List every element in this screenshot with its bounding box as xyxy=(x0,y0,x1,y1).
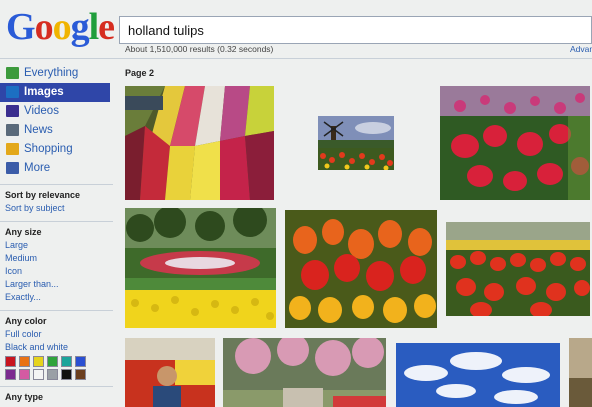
size-option[interactable]: Icon xyxy=(0,265,113,278)
divider xyxy=(0,220,113,222)
image-result-man-with-tulips[interactable] xyxy=(125,338,215,407)
image-result-tulip-fields-aerial[interactable] xyxy=(125,86,274,200)
shopping-tag-icon xyxy=(6,143,19,155)
sort-by-relevance: Sort by relevance xyxy=(5,189,81,200)
left-sidebar: Everything Images Videos News Shopping More S… xyxy=(0,64,113,404)
color-swatch[interactable] xyxy=(33,368,44,380)
image-result-partial[interactable] xyxy=(569,338,592,407)
image-result-cherry-blossom-path[interactable] xyxy=(223,338,386,407)
color-swatch[interactable] xyxy=(47,368,58,380)
logo-letter: G xyxy=(6,6,36,48)
sidebar-item-shopping[interactable]: Shopping xyxy=(0,140,113,159)
images-icon xyxy=(6,86,19,98)
sidebar-item-label: Everything xyxy=(24,67,79,79)
color-swatch[interactable] xyxy=(75,355,86,367)
color-swatch[interactable] xyxy=(61,355,72,367)
image-result-red-tulip-field[interactable] xyxy=(446,222,590,316)
logo-letter: g xyxy=(70,6,90,48)
color-option[interactable]: Full color xyxy=(0,328,113,341)
color-swatch[interactable] xyxy=(61,368,72,380)
advanced-search-link[interactable]: Advan xyxy=(570,44,592,54)
any-size-title: Any size xyxy=(5,226,42,237)
sidebar-item-news[interactable]: News xyxy=(0,121,113,140)
sidebar-item-label: Images xyxy=(24,86,64,98)
sidebar-item-label: More xyxy=(24,162,51,174)
logo-letter: o xyxy=(34,6,54,48)
color-option[interactable]: Black and white xyxy=(0,341,113,354)
sidebar-item-videos[interactable]: Videos xyxy=(0,102,113,121)
size-option[interactable]: Larger than... xyxy=(0,278,113,291)
logo-letter: l xyxy=(88,6,100,48)
color-swatch[interactable] xyxy=(33,355,44,367)
color-swatch[interactable] xyxy=(5,368,16,380)
sidebar-item-more[interactable]: More xyxy=(0,159,113,178)
videos-icon xyxy=(6,105,19,117)
more-chevron-icon xyxy=(6,162,19,174)
image-result-orange-red-tulips[interactable] xyxy=(285,210,437,328)
divider xyxy=(0,309,113,311)
color-swatch[interactable] xyxy=(19,368,30,380)
color-swatches xyxy=(0,355,113,380)
any-type-title: Any type xyxy=(5,391,44,402)
image-result-keukenhof-garden[interactable] xyxy=(125,208,276,328)
any-color-title: Any color xyxy=(5,315,47,326)
sidebar-item-label: Videos xyxy=(24,105,59,117)
sidebar-item-label: Shopping xyxy=(24,143,73,155)
size-option[interactable]: Medium xyxy=(0,252,113,265)
size-option[interactable]: Exactly... xyxy=(0,291,113,304)
page-label: Page 2 xyxy=(125,68,155,78)
sidebar-item-everything[interactable]: Everything xyxy=(0,64,113,83)
image-result-red-tulip-closeup[interactable] xyxy=(440,86,590,200)
color-swatch[interactable] xyxy=(5,355,16,367)
color-swatch[interactable] xyxy=(75,368,86,380)
sort-by-subject-link[interactable]: Sort by subject xyxy=(0,202,113,215)
everything-icon xyxy=(6,67,19,79)
results-stats: About 1,510,000 results (0.32 seconds) xyxy=(125,44,274,54)
search-input[interactable]: holland tulips xyxy=(119,16,592,44)
logo-letter: e xyxy=(98,6,115,48)
header-divider xyxy=(0,58,592,59)
logo-letter: o xyxy=(52,6,72,48)
sidebar-item-label: News xyxy=(24,124,53,136)
sidebar-item-images[interactable]: Images xyxy=(0,83,110,102)
divider xyxy=(0,385,113,387)
size-option[interactable]: Large xyxy=(0,239,113,252)
image-result-windmill-tulips[interactable] xyxy=(318,116,394,170)
news-icon xyxy=(6,124,19,136)
color-swatch[interactable] xyxy=(19,355,30,367)
google-logo[interactable]: Google xyxy=(6,4,115,50)
divider xyxy=(0,183,113,185)
image-result-blue-sky-clouds[interactable] xyxy=(396,343,560,407)
color-swatch[interactable] xyxy=(47,355,58,367)
